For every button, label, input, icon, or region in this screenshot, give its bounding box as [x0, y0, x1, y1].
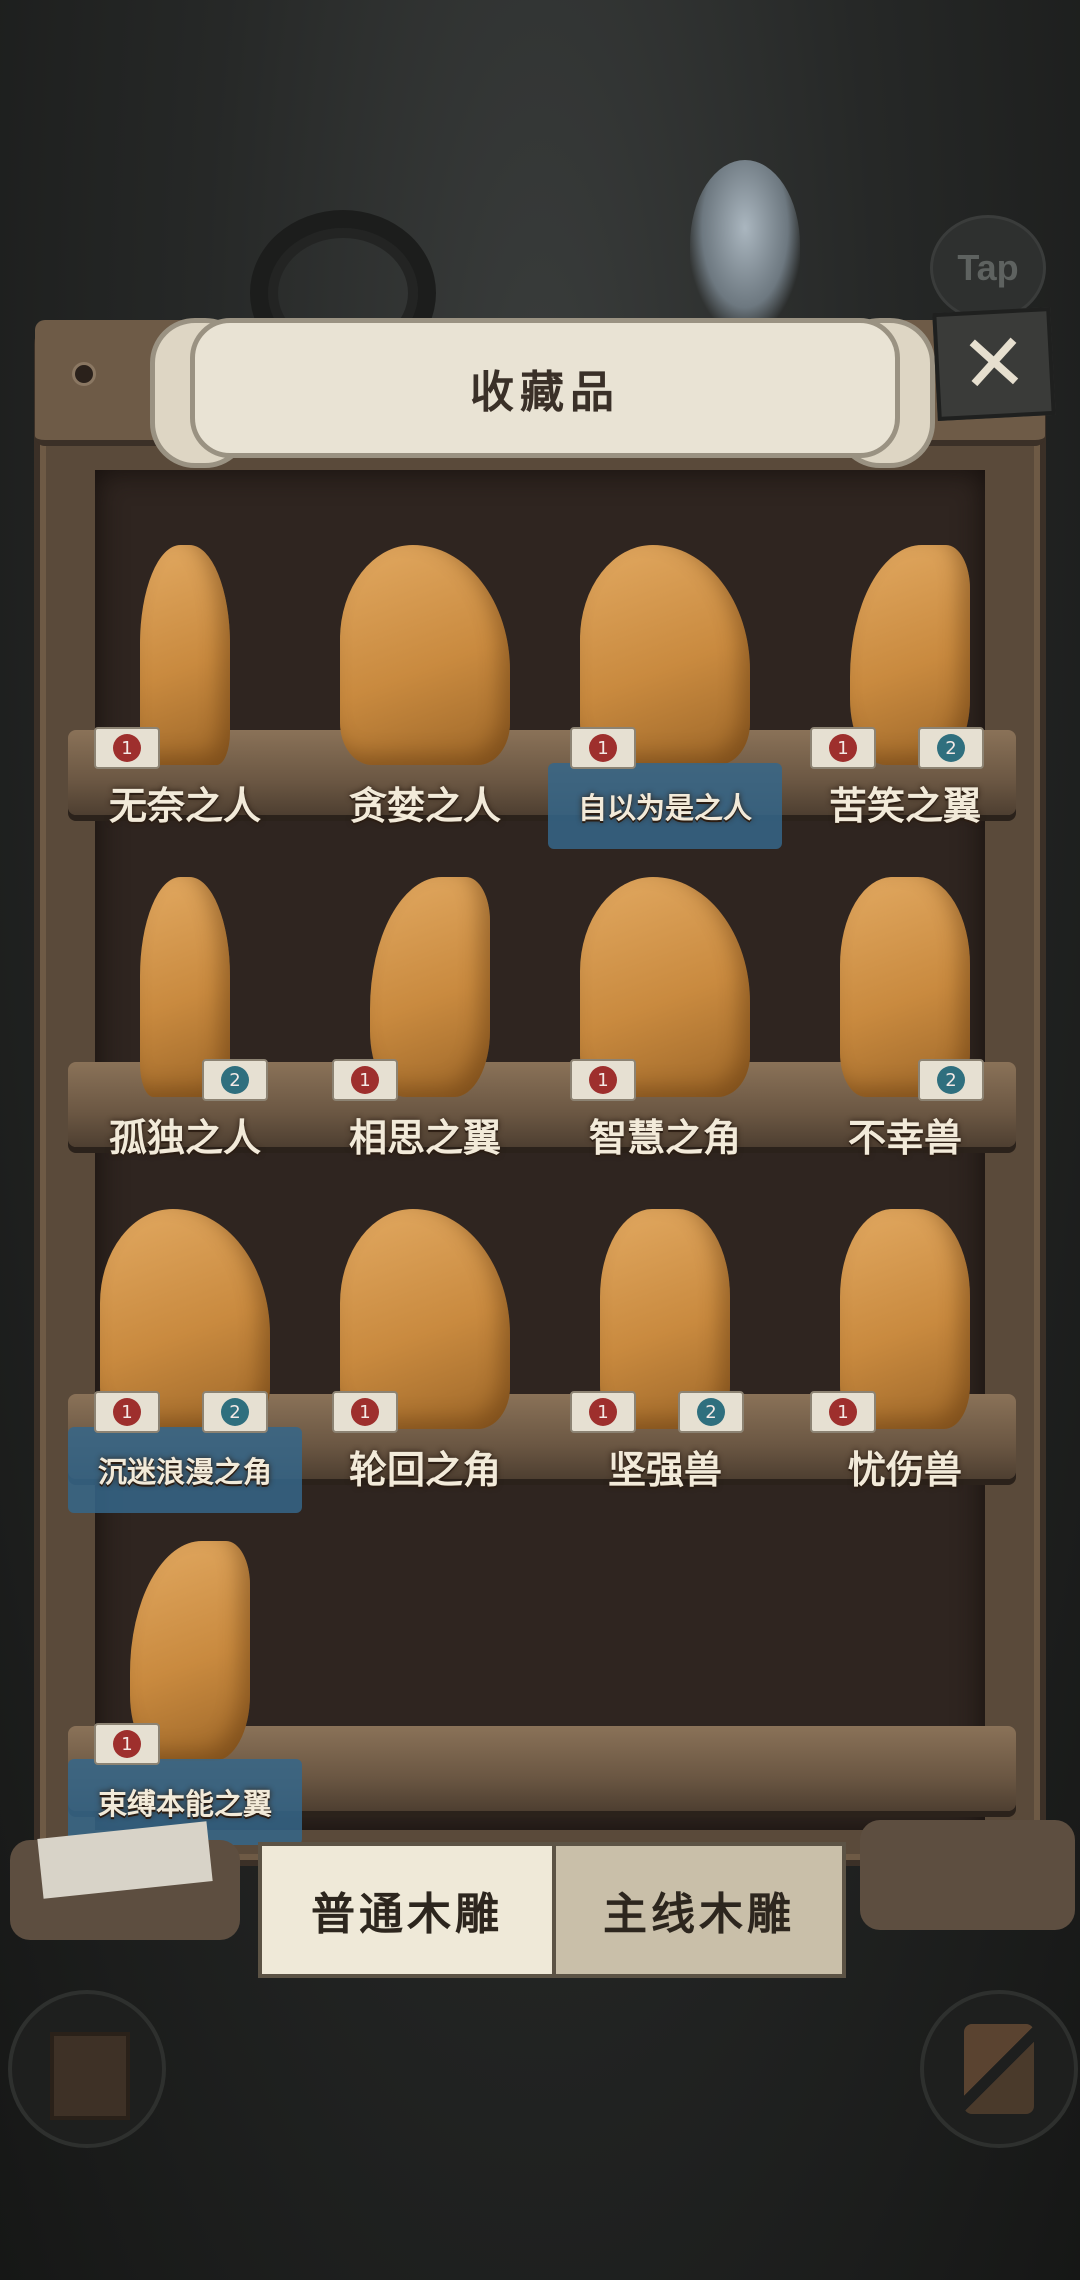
- count-badge: 2: [202, 1391, 268, 1433]
- collection-item[interactable]: 1 轮回之角: [310, 1199, 540, 1529]
- collection-item[interactable]: 1 无奈之人: [70, 535, 300, 865]
- count-badge: 1: [332, 1059, 398, 1101]
- item-name: 不幸兽: [847, 1115, 962, 1160]
- page-title: 收藏品: [470, 367, 620, 418]
- count-badge: 1: [570, 727, 636, 769]
- item-name: 贪婪之人: [348, 783, 501, 828]
- item-name: 自以为是之人: [577, 791, 752, 825]
- exit-door-button[interactable]: [8, 1990, 166, 2148]
- collection-item[interactable]: 2 孤独之人: [70, 867, 300, 1197]
- count-badge: 1: [570, 1391, 636, 1433]
- item-name: 束缚本能之翼: [97, 1787, 272, 1821]
- count-badge: 2: [918, 727, 984, 769]
- count-badge: 1: [570, 1059, 636, 1101]
- rubble-right: [860, 1820, 1075, 1930]
- collection-item[interactable]: 1 相思之翼: [310, 867, 540, 1197]
- count-badge: 2: [678, 1391, 744, 1433]
- item-name: 相思之翼: [348, 1115, 501, 1160]
- item-name: 智慧之角: [588, 1115, 741, 1160]
- count-badge: 2: [202, 1059, 268, 1101]
- item-name: 忧伤兽: [847, 1447, 962, 1492]
- close-icon: ✕: [958, 315, 1030, 412]
- collection-item[interactable]: 1 束缚本能之翼: [68, 1531, 302, 1861]
- wood-carving: [340, 545, 510, 765]
- collection-item[interactable]: 1 自以为是之人: [548, 535, 782, 865]
- item-name: 沉迷浪漫之角: [97, 1455, 272, 1489]
- count-badge: 1: [332, 1391, 398, 1433]
- collection-item[interactable]: 1 智慧之角: [550, 867, 780, 1197]
- title-scroll: 收藏品: [190, 318, 900, 458]
- item-name: 苦笑之翼: [828, 783, 981, 828]
- tab-main-carvings[interactable]: 主线木雕: [552, 1842, 846, 1978]
- item-name: 无奈之人: [108, 783, 261, 828]
- collection-item[interactable]: 1 2 苦笑之翼: [790, 535, 1020, 865]
- tap-button[interactable]: Tap: [930, 215, 1046, 321]
- item-name: 坚强兽: [607, 1447, 722, 1492]
- collection-item[interactable]: 1 忧伤兽: [790, 1199, 1020, 1529]
- collection-item[interactable]: 1 2 沉迷浪漫之角: [68, 1199, 302, 1529]
- tab-normal-carvings[interactable]: 普通木雕: [258, 1842, 556, 1978]
- collection-item[interactable]: 1 2 坚强兽: [550, 1199, 780, 1529]
- owl-statue: [690, 160, 800, 330]
- count-badge: 1: [94, 1391, 160, 1433]
- door-icon: [50, 2032, 130, 2120]
- woodcarving-tool-button[interactable]: [920, 1990, 1078, 2148]
- collection-item[interactable]: 贪婪之人: [310, 535, 540, 865]
- collection-item[interactable]: 2 不幸兽: [790, 867, 1020, 1197]
- count-badge: 1: [94, 1723, 160, 1765]
- count-badge: 1: [94, 727, 160, 769]
- count-badge: 1: [810, 1391, 876, 1433]
- item-name: 轮回之角: [348, 1447, 501, 1492]
- count-badge: 1: [810, 727, 876, 769]
- close-button[interactable]: ✕: [932, 306, 1056, 422]
- axe-icon: [964, 2024, 1034, 2114]
- count-badge: 2: [918, 1059, 984, 1101]
- item-name: 孤独之人: [108, 1115, 261, 1160]
- nail-icon: [72, 362, 96, 386]
